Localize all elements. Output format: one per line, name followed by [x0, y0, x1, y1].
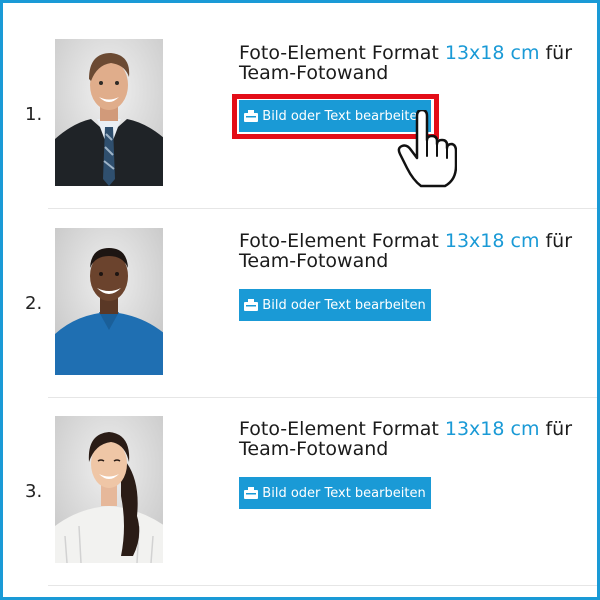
title-text: Foto-Element Format: [239, 230, 445, 252]
product-list: 1. Foto-Element Format 13x18 cm für Team…: [0, 0, 600, 600]
item-title: Foto-Element Format 13x18 cm für Team-Fo…: [239, 43, 572, 83]
person-photo-1: [55, 39, 163, 186]
item-index: 1.: [25, 104, 43, 125]
item-title: Foto-Element Format 13x18 cm für Team-Fo…: [239, 419, 572, 459]
title-text: Foto-Element Format: [239, 418, 445, 440]
edit-icon: [244, 299, 259, 311]
format-size: 13x18 cm: [444, 42, 540, 64]
title-text: Foto-Element Format: [239, 42, 445, 64]
title-suffix: für: [539, 418, 573, 440]
title-line2: Team-Fotowand: [239, 62, 389, 84]
divider: [48, 585, 597, 586]
product-photo[interactable]: [55, 416, 163, 563]
format-size: 13x18 cm: [444, 418, 540, 440]
product-photo[interactable]: [55, 228, 163, 375]
item-index: 3.: [25, 481, 43, 502]
title-line2: Team-Fotowand: [239, 250, 389, 272]
edit-icon: [244, 487, 259, 499]
title-line2: Team-Fotowand: [239, 438, 389, 460]
edit-image-or-text-button[interactable]: Bild oder Text bearbeiten: [239, 477, 431, 509]
item-title: Foto-Element Format 13x18 cm für Team-Fo…: [239, 231, 572, 271]
edit-image-or-text-button[interactable]: Bild oder Text bearbeiten: [239, 289, 431, 321]
divider: [48, 208, 597, 209]
title-suffix: für: [539, 42, 573, 64]
button-label: Bild oder Text bearbeiten: [262, 297, 426, 313]
item-index: 2.: [25, 293, 43, 314]
person-photo-3: [55, 416, 163, 563]
person-photo-2: [55, 228, 163, 375]
product-photo[interactable]: [55, 39, 163, 186]
button-label: Bild oder Text bearbeiten: [262, 485, 426, 501]
divider: [48, 397, 597, 398]
format-size: 13x18 cm: [444, 230, 540, 252]
hand-pointer-icon: [397, 110, 457, 188]
title-suffix: für: [539, 230, 573, 252]
